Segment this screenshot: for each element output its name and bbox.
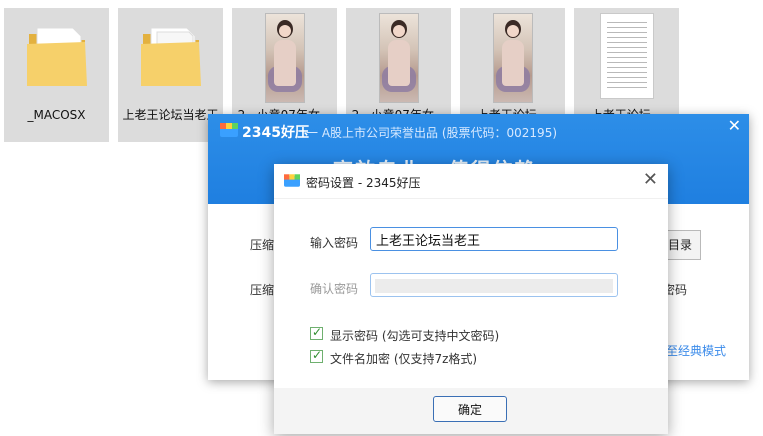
- image-file-icon: [264, 13, 305, 103]
- image-file-icon: [378, 13, 419, 103]
- close-icon[interactable]: ✕: [643, 169, 658, 190]
- image-file-icon: [492, 13, 533, 103]
- dialog-footer: 确定: [274, 388, 668, 434]
- confirm-password-input[interactable]: [370, 273, 618, 297]
- close-icon[interactable]: ✕: [728, 116, 741, 135]
- password-input[interactable]: [370, 227, 618, 251]
- app-tagline: 一 A股上市公司荣誉出品 (股票代码：002195): [306, 126, 558, 140]
- show-password-checkbox[interactable]: ✓: [310, 325, 323, 340]
- password-dialog: 密码设置 - 2345好压 ✕ 输入密码 确认密码 ✓ 显示密码 (勾选可支持中…: [274, 164, 668, 434]
- encrypt-filenames-checkbox[interactable]: ✓: [310, 348, 323, 363]
- 2345-logo-icon: [220, 123, 238, 140]
- folder-icon: [139, 20, 203, 93]
- compress-option-label: 压缩: [250, 283, 275, 297]
- file-item-label: _MACOSX: [27, 108, 86, 122]
- app-brand: 2345好压: [242, 125, 309, 141]
- confirm-password-label: 确认密码: [310, 282, 359, 296]
- file-item-label: 上老王论坛当老王: [122, 108, 219, 122]
- 2345-logo-icon: [284, 174, 300, 190]
- document-icon: [599, 13, 654, 99]
- file-item-macosx[interactable]: _MACOSX: [4, 8, 109, 142]
- checkmark-icon: ✓: [312, 348, 323, 362]
- password-label: 输入密码: [310, 236, 359, 250]
- compress-path-label: 压缩: [250, 238, 275, 252]
- ok-button[interactable]: 确定: [433, 396, 507, 422]
- folder-icon: [25, 20, 89, 93]
- dialog-title: 密码设置 - 2345好压: [306, 176, 421, 190]
- checkmark-icon: ✓: [312, 325, 323, 339]
- classic-mode-link[interactable]: 至经典模式: [666, 342, 726, 359]
- encrypt-filenames-label: 文件名加密 (仅支持7z格式): [330, 352, 478, 366]
- dialog-titlebar: 密码设置 - 2345好压 ✕: [274, 164, 668, 199]
- show-password-label: 显示密码 (勾选可支持中文密码): [330, 329, 500, 343]
